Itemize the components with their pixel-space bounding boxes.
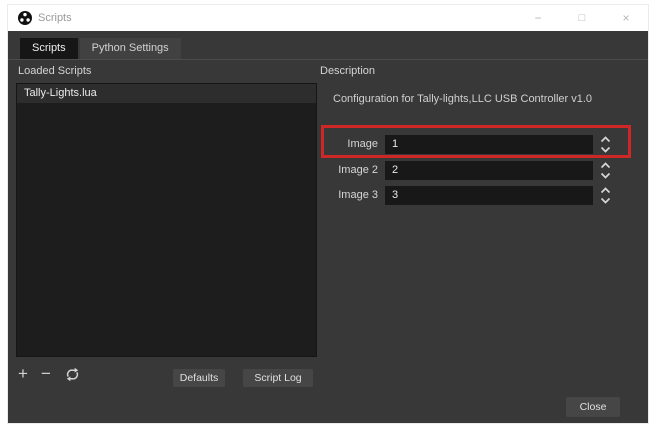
script-log-button[interactable]: Script Log bbox=[243, 369, 313, 387]
titlebar[interactable]: Scripts − □ × bbox=[8, 5, 648, 31]
image-3-spin-buttons bbox=[596, 185, 614, 206]
image-1-label: Image bbox=[347, 138, 378, 150]
image-1-row: Image 1 bbox=[329, 135, 631, 154]
image-1-spinbox[interactable]: 1 bbox=[385, 135, 593, 154]
window-controls: − □ × bbox=[516, 5, 648, 31]
image-1-spin-buttons bbox=[596, 134, 614, 155]
image-2-spinbox[interactable]: 2 bbox=[385, 161, 593, 180]
loaded-scripts-list[interactable]: Tally-Lights.lua bbox=[16, 83, 317, 357]
maximize-button[interactable]: □ bbox=[560, 5, 604, 31]
loaded-scripts-heading: Loaded Scripts bbox=[18, 65, 92, 77]
add-script-button[interactable]: + bbox=[18, 364, 28, 384]
screenshot-stage: Scripts − □ × Scripts Python Settings Lo… bbox=[0, 0, 663, 434]
window-title: Scripts bbox=[38, 12, 72, 24]
obs-logo-icon bbox=[18, 11, 32, 25]
list-item-script[interactable]: Tally-Lights.lua bbox=[17, 84, 316, 103]
spin-down-icon[interactable] bbox=[598, 196, 612, 205]
scripts-dialog-window: Scripts − □ × Scripts Python Settings Lo… bbox=[8, 5, 648, 423]
spin-up-icon[interactable] bbox=[598, 161, 612, 170]
image-2-spin-buttons bbox=[596, 160, 614, 181]
image-3-label: Image 3 bbox=[338, 189, 378, 201]
tab-scripts[interactable]: Scripts bbox=[20, 38, 78, 59]
defaults-button[interactable]: Defaults bbox=[173, 369, 225, 387]
script-description-text: Configuration for Tally-lights,LLC USB C… bbox=[333, 93, 593, 105]
minimize-button[interactable]: − bbox=[516, 5, 560, 31]
image-2-label: Image 2 bbox=[338, 164, 378, 176]
reload-scripts-button[interactable] bbox=[64, 367, 81, 382]
spin-up-icon[interactable] bbox=[598, 135, 612, 144]
description-heading: Description bbox=[320, 65, 376, 77]
dialog-content: Scripts Python Settings Loaded Scripts D… bbox=[8, 31, 648, 423]
image-3-row: Image 3 3 bbox=[329, 186, 631, 205]
spin-down-icon[interactable] bbox=[598, 171, 612, 180]
script-list-toolbar: + − bbox=[18, 364, 81, 384]
spin-up-icon[interactable] bbox=[598, 186, 612, 195]
image-2-row: Image 2 2 bbox=[329, 161, 631, 180]
tab-python-settings[interactable]: Python Settings bbox=[79, 38, 181, 59]
tab-bar: Scripts Python Settings bbox=[20, 38, 181, 59]
remove-script-button[interactable]: − bbox=[41, 364, 51, 384]
reload-icon bbox=[66, 367, 79, 381]
tab-pane-divider bbox=[8, 59, 648, 60]
image-3-spinbox[interactable]: 3 bbox=[385, 186, 593, 205]
close-button[interactable]: Close bbox=[566, 397, 620, 417]
spin-down-icon[interactable] bbox=[598, 145, 612, 154]
close-window-button[interactable]: × bbox=[604, 5, 648, 31]
